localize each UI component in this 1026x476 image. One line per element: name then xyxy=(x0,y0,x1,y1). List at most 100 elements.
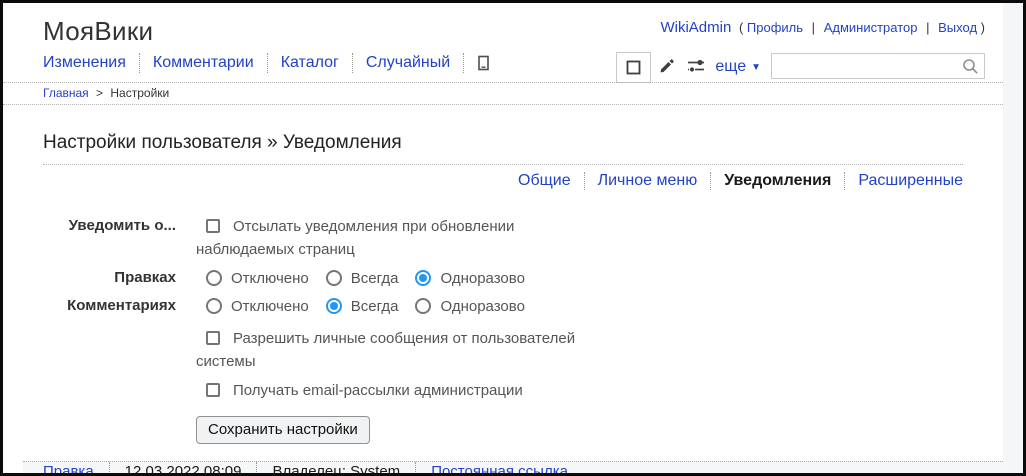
breadcrumb-home-link[interactable]: Главная xyxy=(43,86,89,100)
save-settings-button[interactable]: Сохранить настройки xyxy=(196,415,370,444)
admin-link[interactable]: Администратор xyxy=(824,20,918,35)
field-label: Правках xyxy=(114,268,176,286)
profile-link[interactable]: Профиль xyxy=(747,20,803,35)
page-icon xyxy=(626,60,641,75)
field-label: Уведомить о... xyxy=(68,217,176,234)
page-title: Настройки пользователя » Уведомления xyxy=(43,132,963,165)
notifications-form: Уведомить о... Отсылать уведомления при … xyxy=(43,215,963,444)
last-modified-timestamp: 12.03.2022 08:09 xyxy=(124,463,242,476)
divider xyxy=(415,461,417,473)
logout-link[interactable]: Выход xyxy=(938,20,977,35)
divider xyxy=(844,172,846,190)
breadcrumb-current: Настройки xyxy=(110,86,170,100)
form-row-comments: Комментариях Отключено Всегда Одноразово xyxy=(43,295,963,318)
radio-option-always[interactable]: Всегда xyxy=(325,267,399,290)
main-nav: Изменения Комментарии Каталог Случайный xyxy=(43,53,490,82)
user-links-close-paren: ) xyxy=(980,20,985,35)
divider xyxy=(463,53,465,73)
breadcrumb: Главная > Настройки xyxy=(3,82,1003,105)
email-digest-checkbox[interactable] xyxy=(206,382,220,397)
nav-random-link[interactable]: Случайный xyxy=(366,54,450,72)
bookmark-icon[interactable] xyxy=(477,55,490,72)
more-menu-button[interactable]: еще ▼ xyxy=(715,58,761,76)
radio-label: Всегда xyxy=(350,269,399,287)
radio-button[interactable] xyxy=(415,298,432,315)
radio-button[interactable] xyxy=(325,270,342,287)
field-label xyxy=(43,379,196,402)
nav-comments-link[interactable]: Комментарии xyxy=(153,54,254,72)
divider xyxy=(138,53,140,73)
wiki-page: МояВики WikiAdmin ( Профиль | Администра… xyxy=(3,3,1003,473)
field-label xyxy=(43,327,196,374)
private-messages-checkbox[interactable] xyxy=(206,331,220,345)
search-box xyxy=(771,53,985,79)
radio-option-off[interactable]: Отключено xyxy=(206,267,309,290)
divider xyxy=(256,461,258,473)
chevron-down-icon: ▼ xyxy=(751,61,761,73)
top-bar: МояВики WikiAdmin ( Профиль | Администра… xyxy=(3,3,1003,47)
radio-label: Всегда xyxy=(350,297,399,315)
pipe-separator: | xyxy=(926,20,930,35)
user-bar: WikiAdmin ( Профиль | Администратор | Вы… xyxy=(660,16,985,36)
owner-label: Владелец: System xyxy=(272,463,401,476)
divider xyxy=(351,53,353,73)
divider xyxy=(583,172,585,190)
checkbox-label[interactable]: Разрешить личные сообщения от пользовате… xyxy=(196,330,575,370)
radio-label: Одноразово xyxy=(440,269,525,287)
form-row-private-messages: Разрешить личные сообщения от пользовате… xyxy=(43,327,963,374)
checkbox-label[interactable]: Получать email-рассылки администрации xyxy=(233,382,523,399)
private-messages-option: Разрешить личные сообщения от пользовате… xyxy=(196,327,590,374)
search-icon[interactable] xyxy=(962,58,979,75)
filters-sliders-icon[interactable] xyxy=(681,51,711,81)
watched-pages-checkbox[interactable] xyxy=(206,219,220,233)
user-links-open-paren: ( xyxy=(738,20,744,35)
page-view-button[interactable] xyxy=(616,52,652,83)
radio-option-off[interactable]: Отключено xyxy=(206,295,309,318)
tab-general[interactable]: Общие xyxy=(518,172,571,190)
pipe-separator: | xyxy=(811,20,816,35)
user-name-link[interactable]: WikiAdmin xyxy=(660,19,731,36)
radio-button-selected[interactable] xyxy=(415,270,432,287)
email-digest-option: Получать email-рассылки администрации xyxy=(196,379,590,402)
watched-pages-option: Отсылать уведомления при обновлении набл… xyxy=(196,215,590,262)
radio-label: Одноразово xyxy=(440,297,525,315)
radio-option-once[interactable]: Одноразово xyxy=(415,267,525,290)
comments-radio-group: Отключено Всегда Одноразово xyxy=(196,295,590,318)
form-row-email-digest: Получать email-рассылки администрации xyxy=(43,379,963,402)
settings-tabs: Общие Личное меню Уведомления Расширенны… xyxy=(43,172,963,190)
nav-changes-link[interactable]: Изменения xyxy=(43,54,126,72)
edit-pencil-icon[interactable] xyxy=(651,51,681,81)
divider xyxy=(108,461,110,473)
search-input[interactable] xyxy=(771,53,985,79)
radio-button[interactable] xyxy=(206,270,222,287)
radio-option-once[interactable]: Одноразово xyxy=(415,295,525,318)
form-row-submit: Сохранить настройки xyxy=(43,407,963,444)
nav-catalog-link[interactable]: Каталог xyxy=(281,54,339,72)
divider xyxy=(266,53,268,73)
scrollbar[interactable] xyxy=(1003,3,1023,473)
tab-personal-menu[interactable]: Личное меню xyxy=(598,172,698,190)
radio-label: Отключено xyxy=(231,297,309,315)
form-row-edits: Правках Отключено Всегда Одноразово xyxy=(43,267,963,290)
more-menu-label: еще xyxy=(715,58,747,75)
page-toolbar: еще ▼ xyxy=(616,51,985,83)
permalink-link[interactable]: Постоянная ссылка xyxy=(431,463,568,473)
edit-page-link[interactable]: Правка xyxy=(43,463,94,473)
nav-toolbar-row: Изменения Комментарии Каталог Случайный xyxy=(3,51,1003,83)
site-title: МояВики xyxy=(43,16,154,46)
form-row-notify-about: Уведомить о... Отсылать уведомления при … xyxy=(43,215,963,262)
divider xyxy=(710,172,712,190)
field-label xyxy=(43,407,196,444)
radio-label: Отключено xyxy=(231,269,309,287)
breadcrumb-separator: > xyxy=(96,86,104,100)
page-meta-bar: Правка 12.03.2022 08:09 Владелец: System… xyxy=(23,460,1003,476)
edits-radio-group: Отключено Всегда Одноразово xyxy=(196,267,590,290)
field-label: Комментариях xyxy=(67,296,176,314)
browser-viewport: МояВики WikiAdmin ( Профиль | Администра… xyxy=(0,0,1026,476)
radio-option-always[interactable]: Всегда xyxy=(325,295,399,318)
tab-advanced[interactable]: Расширенные xyxy=(858,172,963,190)
checkbox-label[interactable]: Отсылать уведомления при обновлении набл… xyxy=(196,218,514,258)
radio-button[interactable] xyxy=(206,298,222,315)
radio-button-selected[interactable] xyxy=(325,298,342,315)
tab-notifications[interactable]: Уведомления xyxy=(724,172,831,190)
